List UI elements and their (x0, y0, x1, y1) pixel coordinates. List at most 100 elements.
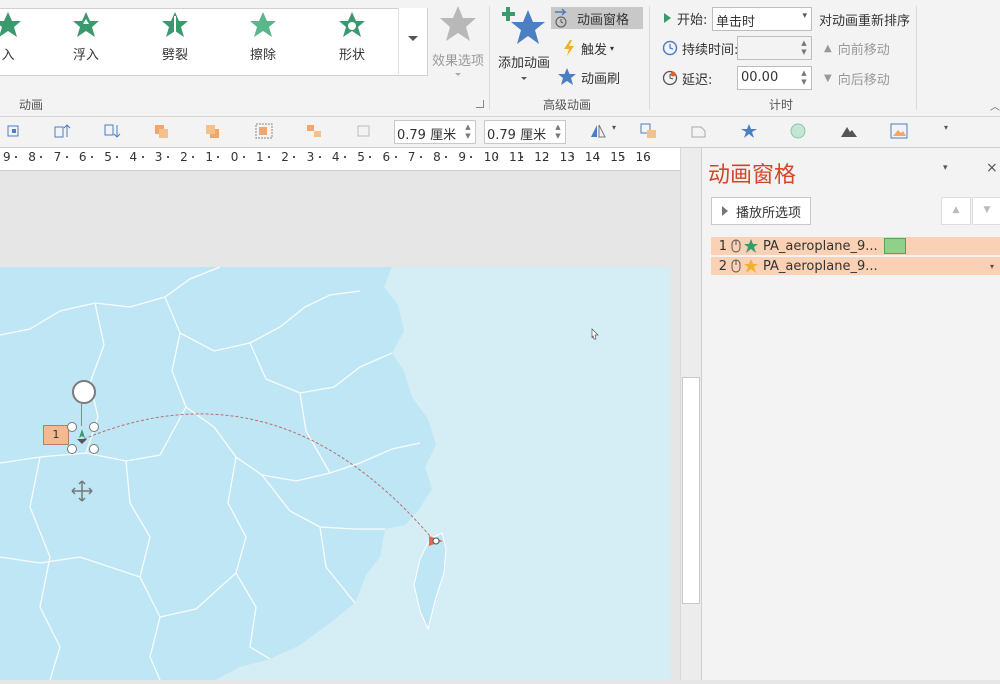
add-animation-button[interactable]: 添加动画 (495, 4, 553, 80)
animation-pane-button[interactable]: 动画窗格 (551, 7, 643, 29)
effect-options-button[interactable]: 效果选项 (431, 4, 485, 76)
flip-icon[interactable] (589, 123, 607, 139)
ruler-tick-label: 7 (407, 150, 416, 164)
ungroup-icon[interactable] (305, 123, 323, 139)
ruler-dot (90, 156, 93, 158)
delay-spinner[interactable]: ▲ ▼ (799, 69, 809, 87)
gallery-item-partial[interactable]: 入 (0, 10, 38, 63)
ruler-dot (647, 156, 650, 158)
add-animation-label: 添加动画 (497, 56, 550, 71)
timing-bar[interactable] (883, 238, 906, 254)
shape-fill-circle-icon[interactable] (789, 123, 807, 139)
width-spinner[interactable]: ▲ ▼ (553, 123, 563, 141)
ruler-dot (40, 156, 43, 158)
rotate-object-icon[interactable] (6, 123, 24, 139)
move-up-button[interactable]: ▲ (941, 197, 971, 225)
rotation-handle-icon[interactable] (72, 380, 96, 404)
shape-star-icon (339, 12, 365, 37)
group-icon[interactable] (255, 123, 273, 139)
dialog-launcher-icon[interactable] (476, 100, 484, 108)
crop-icon[interactable] (355, 123, 373, 139)
send-to-back-icon[interactable] (204, 123, 222, 139)
animation-painter-label: 动画刷 (581, 71, 621, 87)
animation-painter-button[interactable]: 动画刷 (557, 66, 620, 88)
animation-list-item[interactable]: 2 PA_aeroplane_9... ▾ (711, 257, 1000, 275)
play-selected-button[interactable]: 播放所选项 (711, 197, 811, 225)
ruler-tick-label: 6 (382, 150, 391, 164)
move-down-button[interactable]: ▼ (972, 197, 1000, 225)
gallery-item-float-in[interactable]: 浮入 (56, 10, 116, 63)
delay-value: 00.00 (741, 70, 779, 85)
item-name: PA_aeroplane_9... (763, 238, 878, 254)
duration-spinner[interactable]: ▲ ▼ (799, 39, 809, 57)
resize-handle[interactable] (67, 422, 77, 432)
start-select[interactable]: 单击时 ▾ (712, 7, 812, 31)
reorder-label: 对动画重新排序 (819, 14, 911, 29)
gallery-more-button[interactable] (398, 8, 427, 74)
animation-pane (701, 148, 1000, 680)
ruler-dot (571, 156, 574, 158)
resize-handle[interactable] (89, 422, 99, 432)
dropdown-arrow-icon[interactable]: ▾ (990, 262, 994, 271)
shape-width-input[interactable]: 0.79 厘米 ▲ ▼ (484, 120, 566, 144)
ruler-tick-label: 2 (180, 150, 188, 164)
lightning-icon (564, 40, 574, 56)
ruler-dot (369, 156, 372, 158)
ruler-tick-label: 1 (205, 150, 214, 164)
duration-input[interactable]: ▲ ▼ (737, 36, 812, 60)
ruler-tick-label: 2 (281, 150, 289, 164)
pane-options-icon[interactable]: ▾ (943, 163, 948, 173)
selection-pane-icon[interactable] (640, 123, 658, 139)
start-label-row: 开始: (664, 7, 707, 29)
ruler-tick-label: 8 (433, 150, 441, 164)
slide[interactable]: 1 (0, 266, 670, 681)
bring-to-front-icon[interactable] (153, 123, 171, 139)
gallery-item-wipe[interactable]: 擦除 (233, 10, 293, 63)
move-later-button[interactable]: ▼ 向后移动 (824, 67, 890, 89)
close-icon[interactable]: × (986, 160, 998, 176)
move-earlier-button[interactable]: ▲ 向前移动 (824, 37, 890, 59)
wipe-star-icon (250, 12, 276, 37)
gallery-item-shape[interactable]: 形状 (322, 10, 382, 63)
resize-handle[interactable] (89, 444, 99, 454)
move-later-label: 向后移动 (837, 72, 890, 88)
delay-label: 延迟: (682, 72, 713, 88)
shape-width-value: 0.79 厘米 (487, 128, 547, 143)
rotation-line (81, 402, 82, 426)
bring-forward-icon[interactable] (54, 123, 72, 139)
edit-shape-icon[interactable] (690, 123, 708, 139)
ruler-tick-label: 6 (78, 150, 87, 164)
ruler-dot (470, 156, 473, 158)
send-backward-icon[interactable] (104, 123, 122, 139)
delay-input[interactable]: 00.00 ▲ ▼ (737, 66, 812, 90)
resize-handle[interactable] (67, 444, 77, 454)
dropdown-arrow-icon[interactable]: ▾ (612, 123, 616, 132)
move-earlier-label: 向前移动 (837, 42, 890, 58)
animation-order-tag[interactable]: 1 (43, 425, 69, 445)
gallery-item-split[interactable]: 劈裂 (145, 10, 205, 63)
ruler-dot (546, 156, 549, 158)
collapse-ribbon-icon[interactable]: ︿ (990, 98, 1000, 113)
toolbar-more-icon[interactable]: ▾ (944, 123, 948, 132)
ruler-tick-label: 3 (154, 150, 163, 164)
scrollbar-thumb[interactable] (682, 377, 700, 604)
mountain-icon[interactable] (840, 123, 858, 139)
shape-height-value: 0.79 厘米 (397, 128, 457, 143)
ruler-tick-label: 4 (331, 150, 340, 164)
ruler-tick-label: 3 (306, 150, 315, 164)
motion-path-star-icon (744, 239, 758, 253)
shape-height-input[interactable]: 0.79 厘米 ▲ ▼ (394, 120, 476, 144)
height-spinner[interactable]: ▲ ▼ (463, 123, 473, 141)
china-map (0, 266, 670, 681)
picture-icon[interactable] (890, 123, 908, 139)
item-name: PA_aeroplane_9... (763, 258, 878, 274)
ruler-dot (242, 156, 245, 158)
trigger-button[interactable]: 触发 ▾ (561, 37, 614, 59)
animation-list-item[interactable]: 1 PA_aeroplane_9... (711, 237, 1000, 255)
path-end-marker-icon[interactable] (428, 535, 444, 547)
ruler-dot (622, 156, 625, 158)
shape-effects-star-icon[interactable] (740, 123, 758, 139)
ruler-dot (116, 156, 119, 158)
ruler-dot (419, 156, 422, 158)
move-handle-icon[interactable] (70, 479, 94, 503)
